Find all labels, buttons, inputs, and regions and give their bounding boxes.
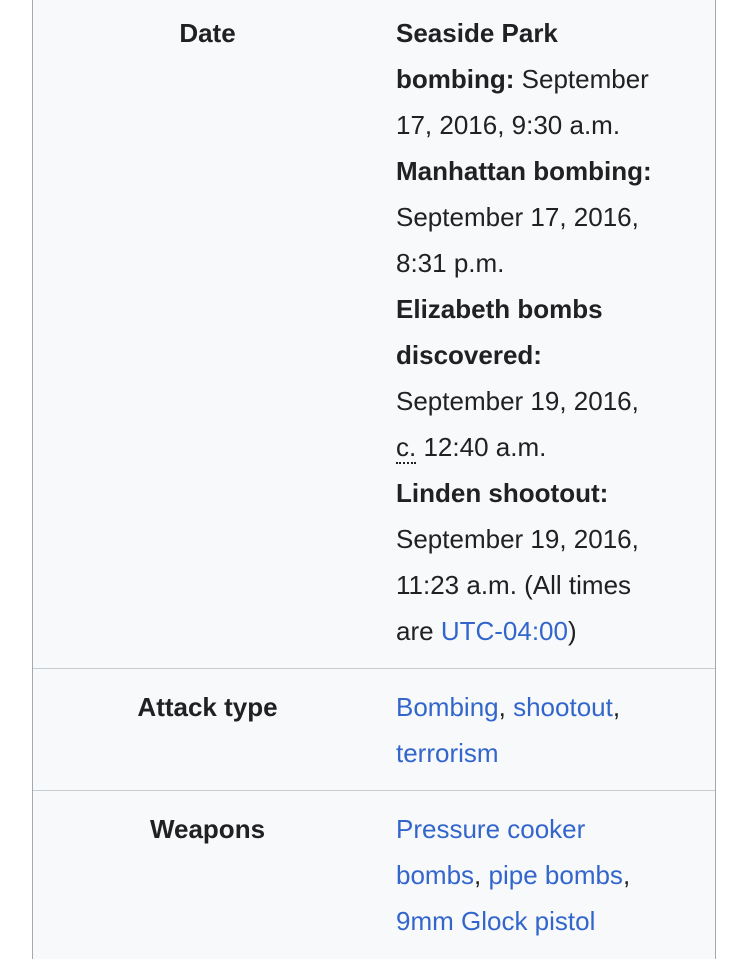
- row-value-date: Seaside Park bombing: September 17, 2016…: [396, 10, 706, 654]
- row-label-attack-type: Attack type: [137, 692, 278, 722]
- separator-comma: ,: [498, 692, 506, 722]
- link-pressure-cooker-bombs-cont[interactable]: bombs: [396, 860, 474, 890]
- link-pressure-cooker-bombs[interactable]: Pressure cooker: [396, 814, 585, 844]
- elizabeth-heading-cont: discovered:: [396, 340, 542, 370]
- elizabeth-time: September 19, 2016,: [396, 386, 639, 416]
- manhattan-time-cont: 8:31 p.m.: [396, 248, 505, 278]
- separator-comma: ,: [474, 860, 482, 890]
- elizabeth-heading: Elizabeth bombs: [396, 294, 603, 324]
- link-bombing[interactable]: Bombing: [396, 692, 499, 722]
- infobox-row-attack-type: Attack type Bombing, shootout, terrorism: [33, 684, 715, 784]
- link-glock-pistol[interactable]: 9mm Glock pistol: [396, 906, 595, 936]
- manhattan-time: September 17, 2016,: [396, 202, 639, 232]
- infobox-row-weapons: Weapons Pressure cooker bombs, pipe bomb…: [33, 806, 715, 956]
- separator-comma: ,: [612, 692, 621, 722]
- infobox: Date Seaside Park bombing: September 17,…: [32, 0, 716, 959]
- manhattan-heading: Manhattan bombing:: [396, 156, 652, 186]
- seaside-time: September: [521, 64, 649, 94]
- linden-heading: Linden shootout:: [396, 478, 609, 508]
- link-pipe-bombs[interactable]: pipe bombs: [489, 860, 623, 890]
- infobox-row-date: Date Seaside Park bombing: September 17,…: [33, 10, 715, 660]
- row-divider: [33, 790, 715, 791]
- row-label-weapons: Weapons: [149, 814, 266, 844]
- linden-close-paren: ): [567, 616, 577, 646]
- linden-time-cont: 11:23 a.m. (All times: [396, 570, 632, 600]
- row-value-attack-type: Bombing, shootout, terrorism: [396, 684, 706, 776]
- linden-time: September 19, 2016,: [396, 524, 639, 554]
- circa-abbreviation[interactable]: c.: [396, 432, 417, 464]
- row-label-date: Date: [179, 18, 236, 48]
- linden-are-text: are: [396, 616, 434, 646]
- utc-offset-link[interactable]: UTC-04:00: [441, 616, 568, 646]
- seaside-heading-cont: bombing:: [396, 64, 515, 94]
- row-value-weapons: Pressure cooker bombs, pipe bombs, 9mm G…: [396, 806, 706, 944]
- seaside-time-cont: 17, 2016, 9:30 a.m.: [396, 110, 621, 140]
- elizabeth-time-cont: 12:40 a.m.: [423, 432, 547, 462]
- seaside-heading: Seaside Park: [396, 18, 558, 48]
- link-terrorism[interactable]: terrorism: [396, 738, 499, 768]
- separator-comma: ,: [622, 860, 631, 890]
- link-shootout[interactable]: shootout: [513, 692, 613, 722]
- row-divider: [33, 668, 715, 669]
